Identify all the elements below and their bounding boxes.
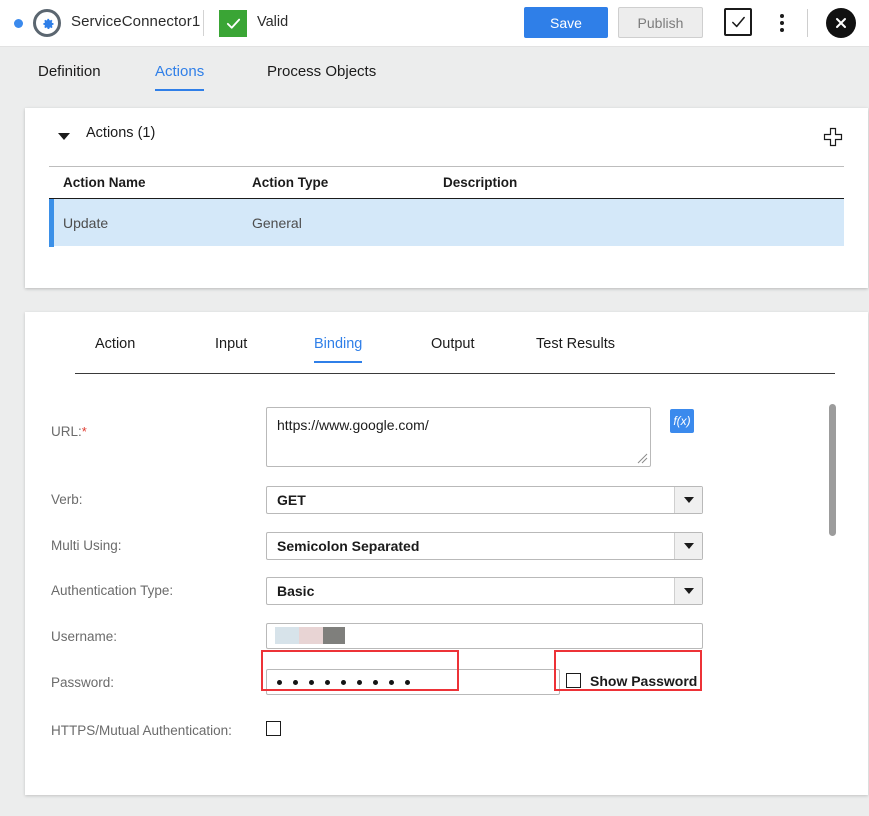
service-connector-page: ServiceConnector1 Valid Save Publish Def… xyxy=(0,0,869,816)
actions-table-header: Action Name Action Type Description xyxy=(49,166,844,198)
validate-checkbox-icon[interactable] xyxy=(724,8,752,36)
username-redacted-value xyxy=(275,627,345,644)
url-input[interactable] xyxy=(266,407,651,467)
verb-select-value: GET xyxy=(277,492,306,508)
https-mutual-auth-checkbox[interactable] xyxy=(266,721,281,741)
field-row-username: Username: xyxy=(25,623,868,651)
tab-input[interactable]: Input xyxy=(215,336,247,361)
tab-process-objects[interactable]: Process Objects xyxy=(267,63,376,89)
field-row-url: URL:* f(x) xyxy=(25,407,868,469)
row-selected-indicator xyxy=(49,199,54,247)
column-action-type: Action Type xyxy=(252,175,329,190)
actions-panel: Actions (1) Action Name Action Type Desc… xyxy=(25,108,868,288)
publish-button[interactable]: Publish xyxy=(618,7,703,38)
chevron-down-icon[interactable] xyxy=(674,578,702,604)
status-dot-icon xyxy=(14,19,23,28)
required-marker: * xyxy=(81,424,87,439)
actions-count-label: Actions (1) xyxy=(86,125,156,141)
valid-status-label: Valid xyxy=(257,14,289,30)
tab-output[interactable]: Output xyxy=(431,336,475,361)
detail-tab-bar: Action Input Binding Output Test Results xyxy=(75,328,835,374)
column-action-name: Action Name xyxy=(63,175,146,190)
app-header: ServiceConnector1 Valid Save Publish xyxy=(0,0,869,47)
label-https-mutual-auth: HTTPS/Mutual Authentication: xyxy=(51,723,232,738)
tab-action[interactable]: Action xyxy=(95,336,135,361)
kebab-menu-icon[interactable] xyxy=(770,9,794,37)
column-description: Description xyxy=(443,175,518,190)
chevron-down-icon[interactable] xyxy=(674,487,702,513)
valid-status-icon xyxy=(219,10,247,37)
gear-icon xyxy=(33,9,61,37)
chevron-down-icon[interactable] xyxy=(674,533,702,559)
show-password-checkbox[interactable] xyxy=(566,673,581,693)
plus-icon[interactable] xyxy=(822,126,844,148)
auth-type-select[interactable]: Basic xyxy=(266,577,703,605)
header-divider xyxy=(203,10,204,36)
tab-definition[interactable]: Definition xyxy=(38,63,101,89)
verb-select[interactable]: GET xyxy=(266,486,703,514)
close-icon[interactable] xyxy=(826,8,856,38)
tab-actions[interactable]: Actions xyxy=(155,63,205,91)
action-detail-panel: Action Input Binding Output Test Results… xyxy=(25,312,868,795)
label-verb: Verb: xyxy=(51,492,83,507)
password-masked-value xyxy=(277,680,410,685)
main-tab-bar: Definition Actions Process Objects xyxy=(0,47,869,105)
field-row-verb: Verb: GET xyxy=(25,486,868,514)
label-url-text: URL: xyxy=(51,424,82,439)
binding-form: URL:* f(x) Verb: GET M xyxy=(25,374,868,795)
label-url: URL:* xyxy=(51,424,87,439)
field-row-https-mutual-auth: HTTPS/Mutual Authentication: xyxy=(25,717,868,745)
actions-accordion-header: Actions (1) xyxy=(25,108,868,166)
tab-test-results[interactable]: Test Results xyxy=(536,336,615,361)
save-button[interactable]: Save xyxy=(524,7,608,38)
checkbox-icon[interactable] xyxy=(566,673,581,688)
checkbox-icon[interactable] xyxy=(266,721,281,736)
cell-action-name: Update xyxy=(63,215,109,231)
tab-binding[interactable]: Binding xyxy=(314,336,363,363)
label-password: Password: xyxy=(51,675,115,690)
cell-action-type: General xyxy=(252,215,302,231)
header-divider-2 xyxy=(807,9,808,37)
caret-down-icon[interactable] xyxy=(58,133,70,140)
table-row[interactable]: Update General xyxy=(49,198,844,247)
field-row-multi-using: Multi Using: Semicolon Separated xyxy=(25,532,868,560)
scrollbar-thumb[interactable] xyxy=(829,404,836,536)
auth-type-select-value: Basic xyxy=(277,583,315,599)
multi-using-select-value: Semicolon Separated xyxy=(277,538,420,554)
field-row-password: Password: Show Password xyxy=(25,669,868,697)
label-multi-using: Multi Using: xyxy=(51,538,122,553)
field-row-auth-type: Authentication Type: Basic xyxy=(25,577,868,605)
show-password-label: Show Password xyxy=(590,673,698,689)
function-icon[interactable]: f(x) xyxy=(670,409,694,433)
connector-title: ServiceConnector1 xyxy=(71,13,201,30)
multi-using-select[interactable]: Semicolon Separated xyxy=(266,532,703,560)
label-auth-type: Authentication Type: xyxy=(51,583,174,598)
label-username: Username: xyxy=(51,629,118,644)
